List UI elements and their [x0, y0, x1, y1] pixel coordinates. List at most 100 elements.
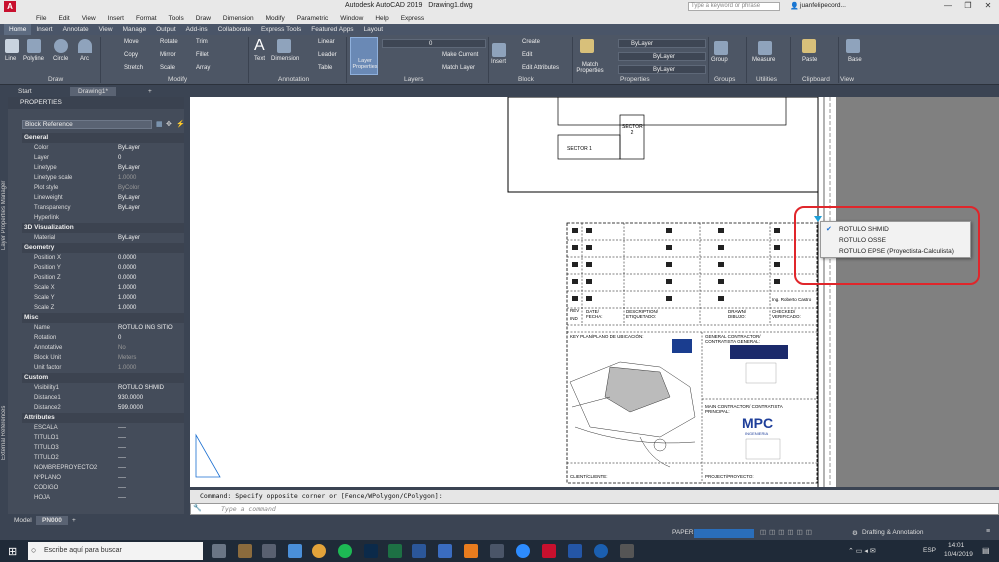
- property-row[interactable]: TITULO1 ----: [22, 433, 184, 443]
- taskbar-search-input[interactable]: Escribe aquí para buscar: [28, 542, 203, 560]
- copy-button[interactable]: Copy: [124, 52, 138, 58]
- match-properties-icon[interactable]: [580, 39, 594, 53]
- menu-view[interactable]: View: [76, 13, 102, 24]
- paper-space-toggle[interactable]: PAPER: [672, 529, 694, 536]
- tab-pn000[interactable]: PN000: [36, 516, 68, 525]
- store-icon[interactable]: [288, 544, 302, 558]
- property-row[interactable]: Scale X 1.0000: [22, 283, 184, 293]
- property-value[interactable]: ByColor: [118, 183, 139, 193]
- text-icon[interactable]: A: [254, 37, 265, 55]
- clock-time[interactable]: 14:01: [948, 542, 964, 549]
- tab-collaborate[interactable]: Collaborate: [213, 24, 256, 35]
- drafting-toggles[interactable]: [694, 529, 754, 538]
- new-tab-icon[interactable]: +: [140, 87, 160, 96]
- property-value[interactable]: 1.0000: [118, 283, 136, 293]
- property-row[interactable]: TITULO2 ----: [22, 453, 184, 463]
- table-button[interactable]: Table: [318, 65, 332, 71]
- property-value[interactable]: 599.0000: [118, 403, 143, 413]
- stretch-button[interactable]: Stretch: [124, 65, 143, 71]
- maximize-icon[interactable]: ❐: [958, 1, 978, 12]
- dimension-icon[interactable]: [277, 39, 291, 53]
- color-dropdown[interactable]: ByLayer: [618, 39, 706, 48]
- property-row[interactable]: Rotation 0: [22, 333, 184, 343]
- paste-icon[interactable]: [802, 39, 816, 53]
- circle-icon[interactable]: [54, 39, 68, 53]
- command-wrench-icon[interactable]: 🔧: [193, 504, 202, 512]
- file-tab-start[interactable]: Start: [10, 87, 40, 96]
- file-manager-icon[interactable]: [464, 544, 478, 558]
- edge-icon[interactable]: [594, 544, 608, 558]
- group-label-utilities[interactable]: Utilities: [756, 76, 777, 83]
- tab-view[interactable]: View: [94, 24, 118, 35]
- mirror-button[interactable]: Mirror: [160, 52, 176, 58]
- group-label-groups[interactable]: Groups: [714, 76, 735, 83]
- base-button[interactable]: Base: [848, 57, 862, 63]
- menu-window[interactable]: Window: [334, 13, 369, 24]
- property-row[interactable]: Position X 0.0000: [22, 253, 184, 263]
- tab-home[interactable]: Home: [4, 24, 32, 35]
- line-button[interactable]: Line: [5, 56, 16, 62]
- fillet-button[interactable]: Fillet: [196, 52, 209, 58]
- dimension-button[interactable]: Dimension: [271, 56, 299, 62]
- group-label-view[interactable]: View: [840, 76, 854, 83]
- property-value[interactable]: 0: [118, 153, 121, 163]
- property-row[interactable]: Hyperlink: [22, 213, 184, 223]
- property-value[interactable]: ----: [118, 463, 126, 473]
- section-3d-visualization[interactable]: 3D Visualization: [22, 223, 184, 233]
- file-tab-drawing1[interactable]: Drawing1*: [70, 87, 116, 96]
- property-value[interactable]: ROTULO ING SITIO: [118, 323, 173, 333]
- autocad-taskbar-icon[interactable]: [542, 544, 556, 558]
- property-row[interactable]: TITULO3 ----: [22, 443, 184, 453]
- polyline-button[interactable]: Polyline: [23, 56, 44, 62]
- group-label-modify[interactable]: Modify: [168, 76, 187, 83]
- property-value[interactable]: 1.0000: [118, 173, 136, 183]
- property-value[interactable]: ----: [118, 453, 126, 463]
- menu-parametric[interactable]: Parametric: [291, 13, 334, 24]
- arc-button[interactable]: Arc: [80, 56, 89, 62]
- property-value[interactable]: ----: [118, 473, 126, 483]
- quick-select-icon[interactable]: ⚡: [176, 120, 185, 128]
- menu-edit[interactable]: Edit: [52, 13, 75, 24]
- customization-menu-icon[interactable]: ≡: [986, 528, 990, 535]
- windows-start-icon[interactable]: ⊞: [8, 545, 17, 558]
- menu-modify[interactable]: Modify: [260, 13, 291, 24]
- tab-insert[interactable]: Insert: [31, 24, 57, 35]
- property-row[interactable]: CODIGO ----: [22, 483, 184, 493]
- help-search-input[interactable]: Type a keyword or phrase: [688, 2, 780, 11]
- property-row[interactable]: Annotative No: [22, 343, 184, 353]
- property-row[interactable]: Linetype scale 1.0000: [22, 173, 184, 183]
- group-label-annotation[interactable]: Annotation: [278, 76, 309, 83]
- property-row[interactable]: Distance1 930.0000: [22, 393, 184, 403]
- property-value[interactable]: ----: [118, 483, 126, 493]
- group-label-draw[interactable]: Draw: [48, 76, 63, 83]
- property-value[interactable]: 930.0000: [118, 393, 143, 403]
- array-button[interactable]: Array: [196, 65, 210, 71]
- property-row[interactable]: Material ByLayer: [22, 233, 184, 243]
- trim-button[interactable]: Trim: [196, 39, 208, 45]
- object-type-dropdown[interactable]: Block Reference: [22, 120, 152, 129]
- tab-layout[interactable]: Layout: [359, 24, 389, 35]
- property-row[interactable]: Position Y 0.0000: [22, 263, 184, 273]
- tab-output[interactable]: Output: [151, 24, 181, 35]
- arc-icon[interactable]: [78, 39, 92, 53]
- system-tray-icons[interactable]: ⌃ ▭ ◂ ✉: [848, 547, 876, 555]
- paste-button[interactable]: Paste: [802, 57, 817, 63]
- linetype-dropdown[interactable]: ByLayer: [618, 65, 706, 74]
- property-value[interactable]: ----: [118, 423, 126, 433]
- property-row[interactable]: HOJA ----: [22, 493, 184, 503]
- property-value[interactable]: 1.0000: [118, 303, 136, 313]
- tab-express-tools[interactable]: Express Tools: [256, 24, 306, 35]
- property-value[interactable]: 0.0000: [118, 253, 136, 263]
- property-value[interactable]: 1.0000: [118, 363, 136, 373]
- circle-button[interactable]: Circle: [53, 56, 68, 62]
- line-icon[interactable]: [5, 39, 19, 53]
- property-value[interactable]: ----: [118, 443, 126, 453]
- property-value[interactable]: No: [118, 343, 126, 353]
- task-view-icon[interactable]: [212, 544, 226, 558]
- section-attributes[interactable]: Attributes: [22, 413, 184, 423]
- autocad-logo-icon[interactable]: A: [4, 1, 16, 12]
- menu-express[interactable]: Express: [395, 13, 430, 24]
- notifications-icon[interactable]: ▤: [982, 546, 990, 555]
- property-value[interactable]: ----: [118, 493, 126, 503]
- menu-draw[interactable]: Draw: [190, 13, 217, 24]
